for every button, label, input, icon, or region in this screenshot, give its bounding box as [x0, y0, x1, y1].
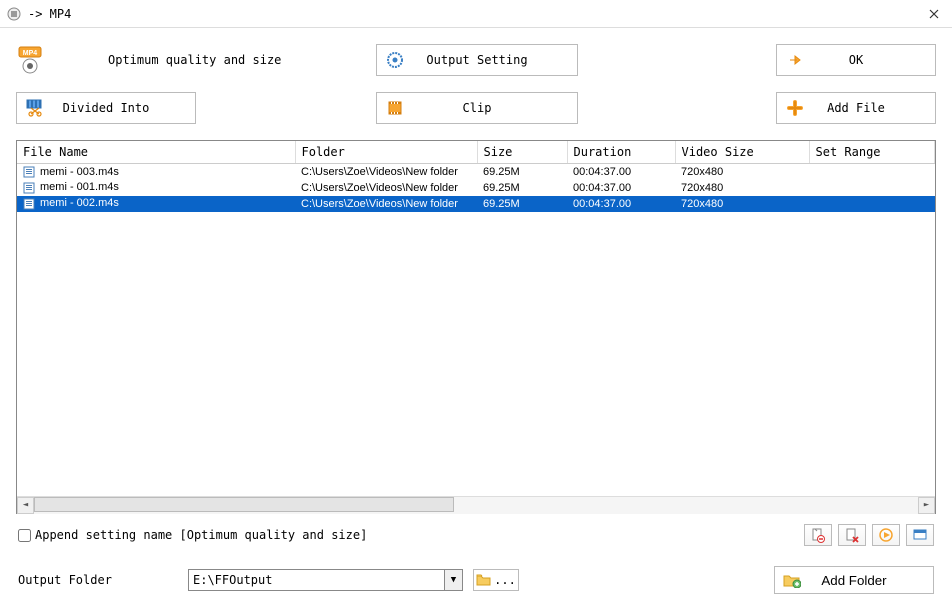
cell-setrange [809, 180, 935, 196]
chevron-down-icon[interactable]: ▼ [444, 570, 462, 590]
folder-plus-icon [783, 572, 801, 588]
add-file-label: Add File [787, 101, 925, 115]
cell-videosize: 720x480 [675, 164, 809, 180]
cell-size: 69.25M [477, 196, 567, 212]
header-filename[interactable]: File Name [17, 141, 295, 164]
append-setting-checkbox[interactable] [18, 529, 31, 542]
clip-button[interactable]: Clip [376, 92, 578, 124]
header-setrange[interactable]: Set Range [809, 141, 935, 164]
browse-folder-button[interactable]: ... [473, 569, 519, 591]
ok-button[interactable]: OK [776, 44, 936, 76]
table-row[interactable]: memi - 001.m4sC:\Users\Zoe\Videos\New fo… [17, 180, 935, 196]
play-preview-button[interactable] [872, 524, 900, 546]
cell-filename: memi - 001.m4s [17, 180, 295, 196]
ok-label: OK [787, 53, 925, 67]
film-clip-icon [385, 99, 405, 117]
quality-label: Optimum quality and size [108, 53, 281, 67]
clear-files-button[interactable] [838, 524, 866, 546]
cell-setrange [809, 164, 935, 180]
close-button[interactable] [922, 4, 946, 24]
cell-filename: memi - 003.m4s [17, 164, 295, 180]
add-folder-label: Add Folder [821, 573, 886, 588]
scroll-left-arrow[interactable]: ◄ [17, 497, 34, 514]
window-title: -> MP4 [28, 7, 71, 21]
cell-videosize: 720x480 [675, 180, 809, 196]
mp4-format-icon: MP4 [16, 44, 48, 76]
cell-size: 69.25M [477, 180, 567, 196]
table-row[interactable]: memi - 003.m4sC:\Users\Zoe\Videos\New fo… [17, 164, 935, 180]
cell-duration: 00:04:37.00 [567, 164, 675, 180]
header-duration[interactable]: Duration [567, 141, 675, 164]
scroll-thumb[interactable] [34, 497, 454, 512]
cell-filename: memi - 002.m4s [17, 196, 295, 212]
cell-folder: C:\Users\Zoe\Videos\New folder [295, 180, 477, 196]
file-icon [23, 182, 37, 194]
remove-file-button[interactable] [804, 524, 832, 546]
cell-folder: C:\Users\Zoe\Videos\New folder [295, 196, 477, 212]
file-icon [23, 166, 37, 178]
cell-duration: 00:04:37.00 [567, 180, 675, 196]
scissors-icon [25, 98, 45, 118]
header-videosize[interactable]: Video Size [675, 141, 809, 164]
toolbar: MP4 Optimum quality and size Output Sett… [0, 28, 952, 140]
media-info-button[interactable] [906, 524, 934, 546]
gear-icon [385, 51, 405, 69]
app-icon [6, 6, 22, 22]
clip-label: Clip [387, 101, 567, 115]
append-setting-checkbox-row[interactable]: Append setting name [Optimum quality and… [18, 528, 367, 542]
arrow-right-icon [785, 52, 805, 68]
cell-videosize: 720x480 [675, 196, 809, 212]
append-setting-label: Append setting name [Optimum quality and… [35, 528, 367, 542]
divided-into-button[interactable]: Divided Into [16, 92, 196, 124]
output-folder-input[interactable] [189, 570, 444, 590]
svg-text:MP4: MP4 [23, 50, 38, 57]
add-folder-button[interactable]: Add Folder [774, 566, 934, 594]
header-folder[interactable]: Folder [295, 141, 477, 164]
cell-folder: C:\Users\Zoe\Videos\New folder [295, 164, 477, 180]
output-setting-button[interactable]: Output Setting [376, 44, 578, 76]
browse-ellipsis: ... [494, 573, 516, 587]
scroll-track[interactable] [34, 497, 918, 514]
output-folder-label: Output Folder [18, 573, 178, 587]
divided-into-label: Divided Into [27, 101, 185, 115]
output-folder-combo[interactable]: ▼ [188, 569, 463, 591]
cell-size: 69.25M [477, 164, 567, 180]
add-file-button[interactable]: Add File [776, 92, 936, 124]
scroll-right-arrow[interactable]: ► [918, 497, 935, 514]
cell-duration: 00:04:37.00 [567, 196, 675, 212]
folder-icon [476, 573, 492, 587]
plus-icon [785, 100, 805, 116]
cell-setrange [809, 196, 935, 212]
table-row[interactable]: memi - 002.m4sC:\Users\Zoe\Videos\New fo… [17, 196, 935, 212]
file-icon [23, 198, 37, 210]
titlebar: -> MP4 [0, 0, 952, 28]
file-list: File Name Folder Size Duration Video Siz… [16, 140, 936, 514]
table-header-row: File Name Folder Size Duration Video Siz… [17, 141, 935, 164]
header-size[interactable]: Size [477, 141, 567, 164]
output-setting-label: Output Setting [387, 53, 567, 67]
file-table[interactable]: File Name Folder Size Duration Video Siz… [17, 141, 935, 212]
horizontal-scrollbar[interactable]: ◄ ► [17, 496, 935, 513]
